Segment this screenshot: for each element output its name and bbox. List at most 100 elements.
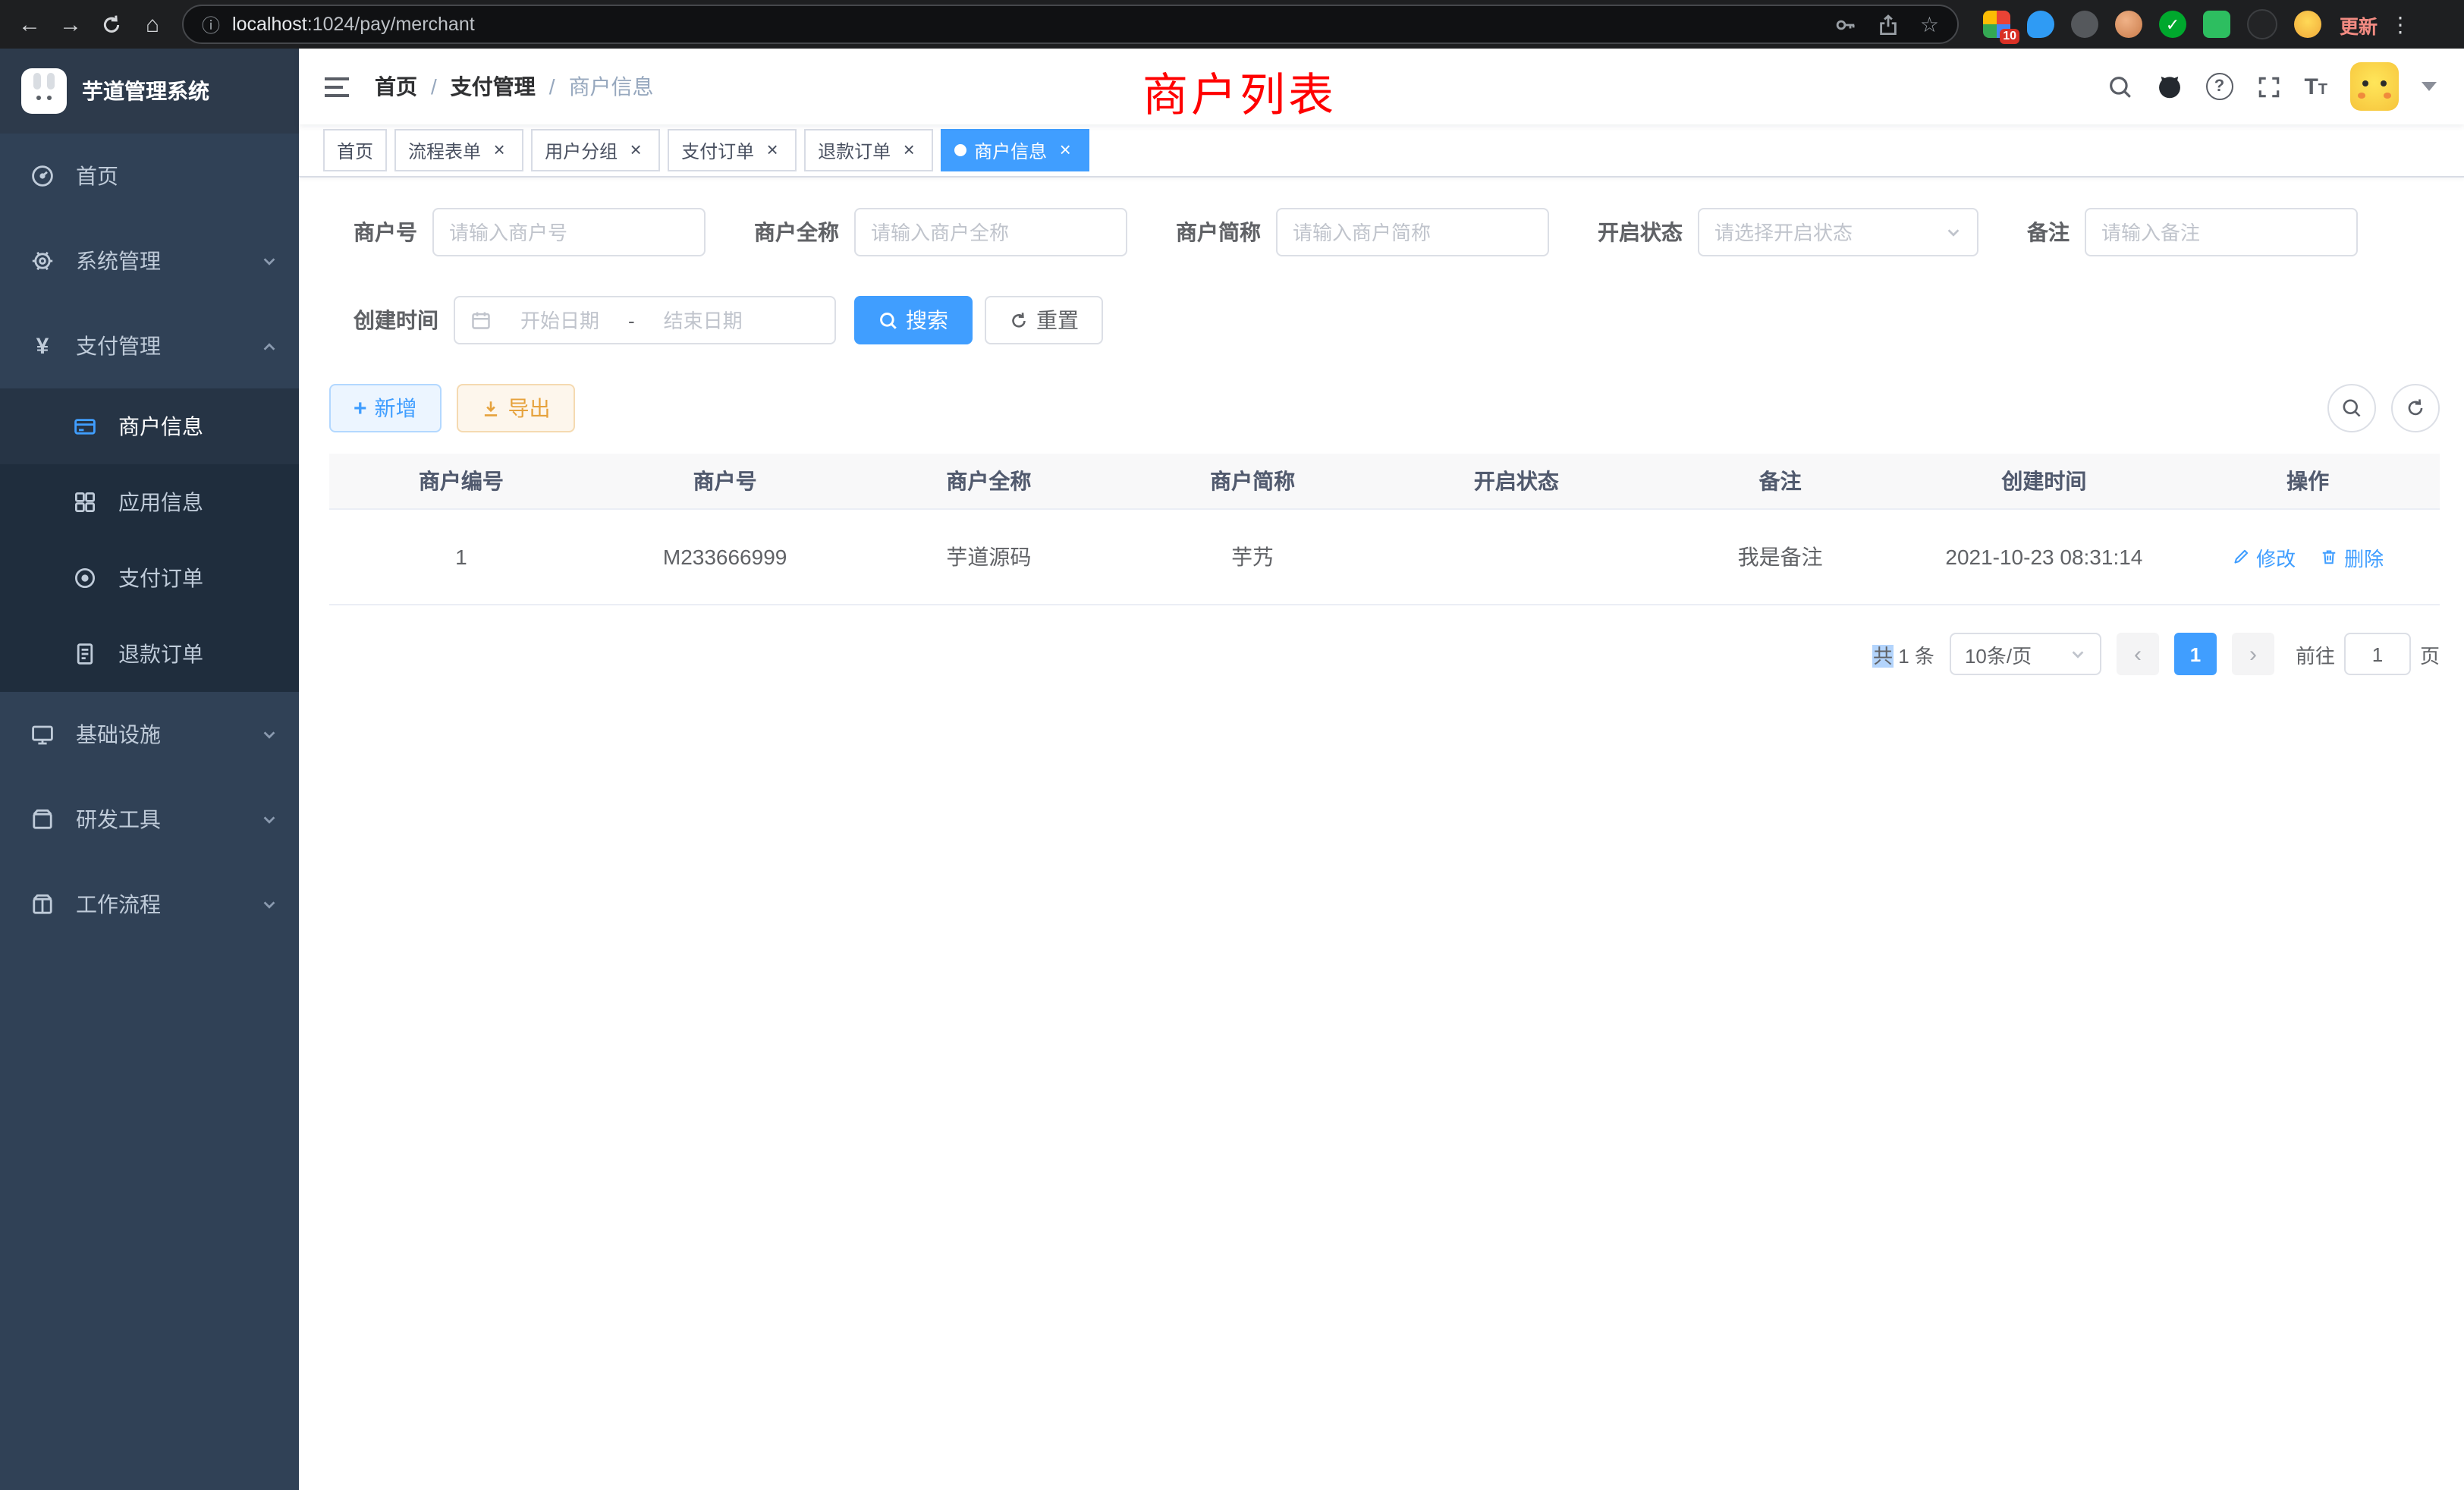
sidebar-item-label: 研发工具: [76, 804, 161, 835]
breadcrumb-payment[interactable]: 支付管理: [451, 71, 536, 102]
sidebar-item-workflow[interactable]: 工作流程: [0, 862, 299, 947]
hamburger-icon[interactable]: [323, 75, 350, 98]
sidebar-item-system[interactable]: 系统管理: [0, 218, 299, 303]
card-icon: [73, 414, 97, 439]
page-size-select[interactable]: 10条/页: [1950, 633, 2101, 675]
goto-page-input[interactable]: [2344, 633, 2411, 675]
edit-link[interactable]: 修改: [2232, 542, 2296, 571]
extension-icon[interactable]: [2071, 11, 2098, 38]
help-icon[interactable]: ?: [2205, 73, 2233, 100]
create-time-label: 创建时间: [354, 305, 438, 335]
remark-input[interactable]: [2101, 221, 2341, 244]
chevron-down-icon: [1945, 224, 1962, 240]
close-icon[interactable]: ×: [625, 140, 646, 161]
browser-forward-icon[interactable]: →: [50, 4, 91, 45]
extension-icon[interactable]: ✓: [2159, 11, 2186, 38]
navbar-actions: ? TT: [2107, 62, 2437, 111]
bookmark-star-icon[interactable]: ☆: [1920, 11, 1939, 37]
breadcrumb-home[interactable]: 首页: [375, 71, 417, 102]
tab-pay-order[interactable]: 支付订单 ×: [668, 129, 797, 171]
date-end-input[interactable]: [644, 309, 762, 332]
merchant-short-input[interactable]: [1293, 221, 1532, 244]
status-select[interactable]: [1698, 208, 1978, 256]
merchant-no-input[interactable]: [449, 221, 689, 244]
tags-view: 首页 流程表单 × 用户分组 × 支付订单 × 退款订单 × 商户信息 ×: [299, 124, 2464, 178]
next-page-button[interactable]: ›: [2232, 633, 2274, 675]
delete-link[interactable]: 删除: [2320, 542, 2384, 571]
toggle-search-icon[interactable]: [2327, 384, 2376, 432]
extension-icon[interactable]: [2203, 11, 2230, 38]
sidebar-item-home[interactable]: 首页: [0, 134, 299, 218]
merchant-no-label: 商户号: [354, 217, 417, 247]
extension-icon[interactable]: [2247, 9, 2277, 39]
top-navbar: 首页 / 支付管理 / 商户信息 商户列表: [299, 49, 2464, 124]
close-icon[interactable]: ×: [762, 140, 783, 161]
sidebar-item-refund-order[interactable]: 退款订单: [0, 616, 299, 692]
user-avatar[interactable]: [2350, 62, 2399, 111]
sidebar-item-merchant-info[interactable]: 商户信息: [0, 388, 299, 464]
grid-icon: [73, 490, 97, 514]
merchant-table: 商户编号 商户号 商户全称 商户简称 开启状态 备注 创建时间 操作 1 M23…: [329, 454, 2440, 605]
add-button[interactable]: + 新增: [329, 384, 442, 432]
yen-icon: ¥: [30, 334, 55, 358]
close-icon[interactable]: ×: [1054, 140, 1076, 161]
reset-button[interactable]: 重置: [985, 296, 1103, 344]
prev-page-button[interactable]: ‹: [2117, 633, 2159, 675]
page-number-1[interactable]: 1: [2174, 633, 2217, 675]
tab-process-form[interactable]: 流程表单 ×: [394, 129, 523, 171]
browser-address-bar[interactable]: ⓘ localhost:1024/pay/merchant ☆: [182, 5, 1959, 44]
merchant-name-input[interactable]: [871, 221, 1111, 244]
browser-menu-icon[interactable]: ⋮: [2390, 4, 2411, 45]
search-icon[interactable]: [2107, 74, 2132, 99]
close-icon[interactable]: ×: [489, 140, 510, 161]
browser-reload-icon[interactable]: [91, 4, 132, 45]
extension-icon[interactable]: [2115, 11, 2142, 38]
tab-user-group[interactable]: 用户分组 ×: [531, 129, 660, 171]
sidebar-item-dev-tools[interactable]: 研发工具: [0, 777, 299, 862]
app-logo[interactable]: 芋道管理系统: [0, 49, 299, 134]
remark-field: [2085, 208, 2358, 256]
profile-avatar-icon[interactable]: [2294, 11, 2321, 38]
date-start-input[interactable]: [501, 309, 619, 332]
page-info-icon[interactable]: ⓘ: [202, 11, 220, 37]
sidebar-item-pay-order[interactable]: 支付订单: [0, 540, 299, 616]
extension-icon[interactable]: [2027, 11, 2054, 38]
app-title: 芋道管理系统: [82, 76, 209, 106]
pagination-total: 共 1 条: [1873, 640, 1934, 668]
search-button[interactable]: 搜索: [854, 296, 973, 344]
tab-label: 用户分组: [545, 137, 618, 163]
merchant-name-label: 商户全称: [754, 217, 839, 247]
browser-back-icon[interactable]: ←: [9, 4, 50, 45]
github-icon[interactable]: [2155, 73, 2183, 100]
tab-refund-order[interactable]: 退款订单 ×: [804, 129, 933, 171]
fullscreen-icon[interactable]: [2255, 74, 2281, 99]
export-button[interactable]: 导出: [457, 384, 575, 432]
tab-merchant-info[interactable]: 商户信息 ×: [941, 129, 1089, 171]
gear-icon: [30, 249, 55, 273]
plus-icon: +: [354, 397, 367, 420]
extensions-puzzle-icon[interactable]: 10: [1983, 11, 2010, 38]
font-size-icon[interactable]: TT: [2304, 74, 2327, 99]
share-icon[interactable]: [1878, 13, 1900, 36]
sidebar-item-label: 基础设施: [76, 719, 161, 750]
goto-label: 前往: [2296, 640, 2335, 668]
cell-operations: 修改 删除: [2176, 542, 2440, 571]
cell-merchant-no: M233666999: [593, 545, 857, 569]
refresh-icon[interactable]: [2391, 384, 2440, 432]
chevron-down-icon[interactable]: [2422, 82, 2437, 91]
status-select-input[interactable]: [1714, 221, 1936, 244]
close-icon[interactable]: ×: [898, 140, 919, 161]
table-header: 创建时间: [1912, 466, 2176, 496]
sidebar-item-label: 退款订单: [118, 639, 203, 669]
password-key-icon[interactable]: [1835, 13, 1858, 36]
sidebar-item-payment[interactable]: ¥ 支付管理: [0, 303, 299, 388]
browser-update-button[interactable]: 更新: [2340, 10, 2378, 39]
table-header: 商户号: [593, 466, 857, 496]
chevron-down-icon: [261, 253, 278, 269]
tab-home[interactable]: 首页: [323, 129, 387, 171]
chevron-down-icon: [261, 896, 278, 913]
date-range-picker[interactable]: -: [454, 296, 836, 344]
sidebar-item-app-info[interactable]: 应用信息: [0, 464, 299, 540]
browser-home-icon[interactable]: ⌂: [132, 4, 173, 45]
sidebar-item-infrastructure[interactable]: 基础设施: [0, 692, 299, 777]
